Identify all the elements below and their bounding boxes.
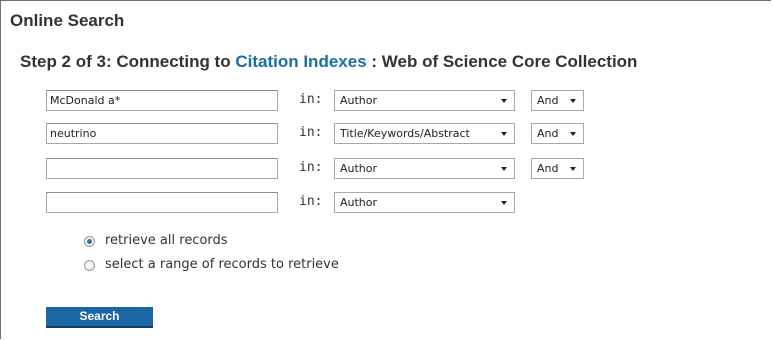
retrieve-all-radio[interactable]: [84, 236, 95, 247]
field-select-value-2: Title/Keywords/Abstract: [340, 127, 470, 140]
operator-select-value-2: And: [537, 127, 559, 140]
search-term-input-2[interactable]: neutrino: [46, 123, 278, 144]
search-term-input-1[interactable]: McDonald a*: [46, 90, 278, 111]
in-label-3: in:: [299, 160, 323, 175]
field-select-2[interactable]: Title/Keywords/Abstract: [334, 123, 515, 144]
field-select-3[interactable]: Author: [334, 158, 515, 179]
search-term-input-4[interactable]: [46, 192, 278, 213]
panel-title: Online Search: [10, 11, 125, 30]
step-title-prefix: Step 2 of 3: Connecting to: [20, 52, 236, 71]
search-term-input-3[interactable]: [46, 158, 278, 179]
operator-select-value-1: And: [537, 94, 559, 107]
retrieve-range-radio[interactable]: [84, 260, 95, 271]
chevron-down-icon: [570, 167, 576, 171]
operator-select-value-3: And: [537, 162, 559, 175]
chevron-down-icon: [501, 99, 507, 103]
chevron-down-icon: [501, 132, 507, 136]
chevron-down-icon: [501, 201, 507, 205]
in-label-2: in:: [299, 125, 323, 140]
operator-select-2[interactable]: And: [531, 123, 584, 144]
step-title-suffix: : Web of Science Core Collection: [366, 52, 638, 71]
retrieve-range-label: select a range of records to retrieve: [105, 257, 339, 272]
in-label-4: in:: [299, 194, 323, 209]
field-select-value-3: Author: [340, 162, 378, 175]
field-select-value-4: Author: [340, 196, 378, 209]
operator-select-1[interactable]: And: [531, 90, 584, 111]
online-search-panel: Online Search Step 2 of 3: Connecting to…: [0, 0, 771, 339]
chevron-down-icon: [570, 132, 576, 136]
field-select-1[interactable]: Author: [334, 90, 515, 111]
field-select-4[interactable]: Author: [334, 192, 515, 213]
search-button[interactable]: Search: [46, 307, 153, 328]
field-select-value-1: Author: [340, 94, 378, 107]
citation-indexes-link[interactable]: Citation Indexes: [235, 52, 366, 71]
chevron-down-icon: [501, 167, 507, 171]
operator-select-3[interactable]: And: [531, 158, 584, 179]
chevron-down-icon: [570, 99, 576, 103]
step-title: Step 2 of 3: Connecting to Citation Inde…: [20, 52, 637, 72]
in-label-1: in:: [299, 92, 323, 107]
retrieve-all-label: retrieve all records: [105, 233, 228, 248]
